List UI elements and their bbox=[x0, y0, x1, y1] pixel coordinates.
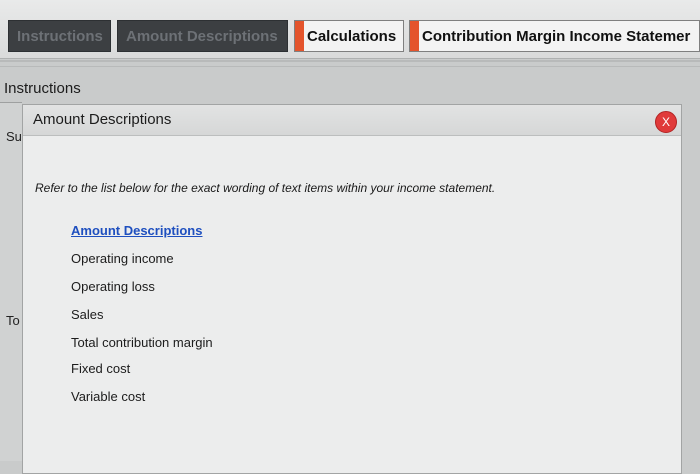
tab-amount-descriptions-label: Amount Descriptions bbox=[126, 27, 278, 45]
background-text-stub: Su bbox=[6, 129, 22, 144]
list-item: Fixed cost bbox=[71, 361, 131, 376]
tab-contribution-margin-income-statement[interactable]: Contribution Margin Income Statemer bbox=[409, 20, 700, 52]
close-icon: X bbox=[661, 115, 670, 129]
tab-calculations-label: Calculations bbox=[307, 27, 397, 45]
instruction-text: Refer to the list below for the exact wo… bbox=[35, 181, 496, 195]
list-item: Operating loss bbox=[71, 279, 155, 294]
section-title: Instructions bbox=[4, 80, 81, 97]
background-panel: Su To bbox=[0, 102, 22, 461]
tab-instructions[interactable]: Instructions bbox=[8, 20, 111, 52]
divider bbox=[0, 66, 700, 67]
tab-alert-flag-icon bbox=[410, 21, 419, 51]
tab-contribution-margin-label: Contribution Margin Income Statemer bbox=[422, 27, 691, 45]
list-item: Total contribution margin bbox=[71, 335, 213, 350]
tab-alert-flag-icon bbox=[295, 21, 304, 51]
tab-calculations[interactable]: Calculations bbox=[294, 20, 404, 52]
divider bbox=[0, 60, 700, 62]
modal-title: Amount Descriptions bbox=[33, 111, 172, 128]
list-item: Variable cost bbox=[71, 389, 146, 404]
amount-descriptions-modal: Amount Descriptions X Refer to the list … bbox=[22, 104, 682, 474]
close-button[interactable]: X bbox=[655, 111, 677, 133]
list-header: Amount Descriptions bbox=[71, 223, 203, 238]
tab-amount-descriptions[interactable]: Amount Descriptions bbox=[117, 20, 288, 52]
modal-header[interactable]: Amount Descriptions X bbox=[23, 105, 681, 136]
tab-instructions-label: Instructions bbox=[17, 27, 103, 45]
tab-bar: Instructions Amount Descriptions Calcula… bbox=[0, 0, 700, 59]
background-text-stub: To bbox=[6, 313, 20, 328]
list-item: Sales bbox=[71, 307, 104, 322]
list-item: Operating income bbox=[71, 251, 174, 266]
